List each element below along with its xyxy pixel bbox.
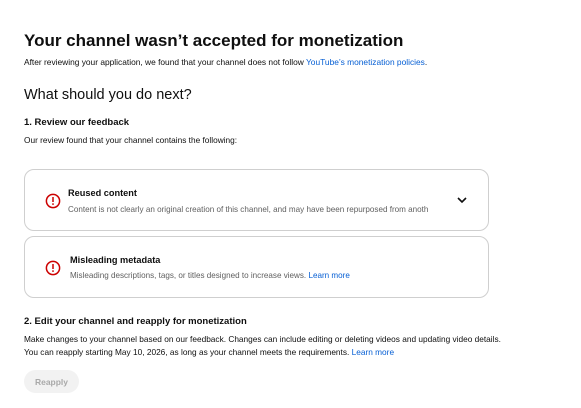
learn-more-link[interactable]: Learn more xyxy=(352,347,394,357)
issue-card-misleading-metadata: Misleading metadata Misleading descripti… xyxy=(24,236,489,298)
subtitle-text: After reviewing your application, we fou… xyxy=(24,57,306,67)
issue-card-reused-content[interactable]: Reused content Content is not clearly an… xyxy=(24,169,489,231)
alert-circle-icon xyxy=(45,193,61,209)
issue-description-text: Misleading descriptions, tags, or titles… xyxy=(70,271,309,280)
page-subtitle: After reviewing your application, we fou… xyxy=(24,57,427,67)
step1-description: Our review found that your channel conta… xyxy=(24,135,238,145)
step2-description: Make changes to your channel based on ou… xyxy=(24,333,504,358)
page-title: Your channel wasn’t accepted for monetiz… xyxy=(24,31,404,50)
step1-title: 1. Review our feedback xyxy=(24,117,130,128)
issue-description: Content is not clearly an original creat… xyxy=(68,205,429,214)
monetization-policies-link[interactable]: YouTube’s monetization policies xyxy=(306,57,425,67)
reapply-button[interactable]: Reapply xyxy=(24,370,79,393)
chevron-down-icon[interactable] xyxy=(456,194,468,206)
issue-title: Misleading metadata xyxy=(70,255,161,265)
alert-circle-icon xyxy=(45,260,61,276)
issue-description: Misleading descriptions, tags, or titles… xyxy=(70,271,470,280)
step2-description-text: Make changes to your channel based on ou… xyxy=(24,334,501,357)
issue-title: Reused content xyxy=(68,188,137,198)
next-steps-heading: What should you do next? xyxy=(24,87,192,103)
learn-more-link[interactable]: Learn more xyxy=(308,271,349,280)
step2-title: 2. Edit your channel and reapply for mon… xyxy=(24,316,247,327)
subtitle-period: . xyxy=(424,57,428,67)
